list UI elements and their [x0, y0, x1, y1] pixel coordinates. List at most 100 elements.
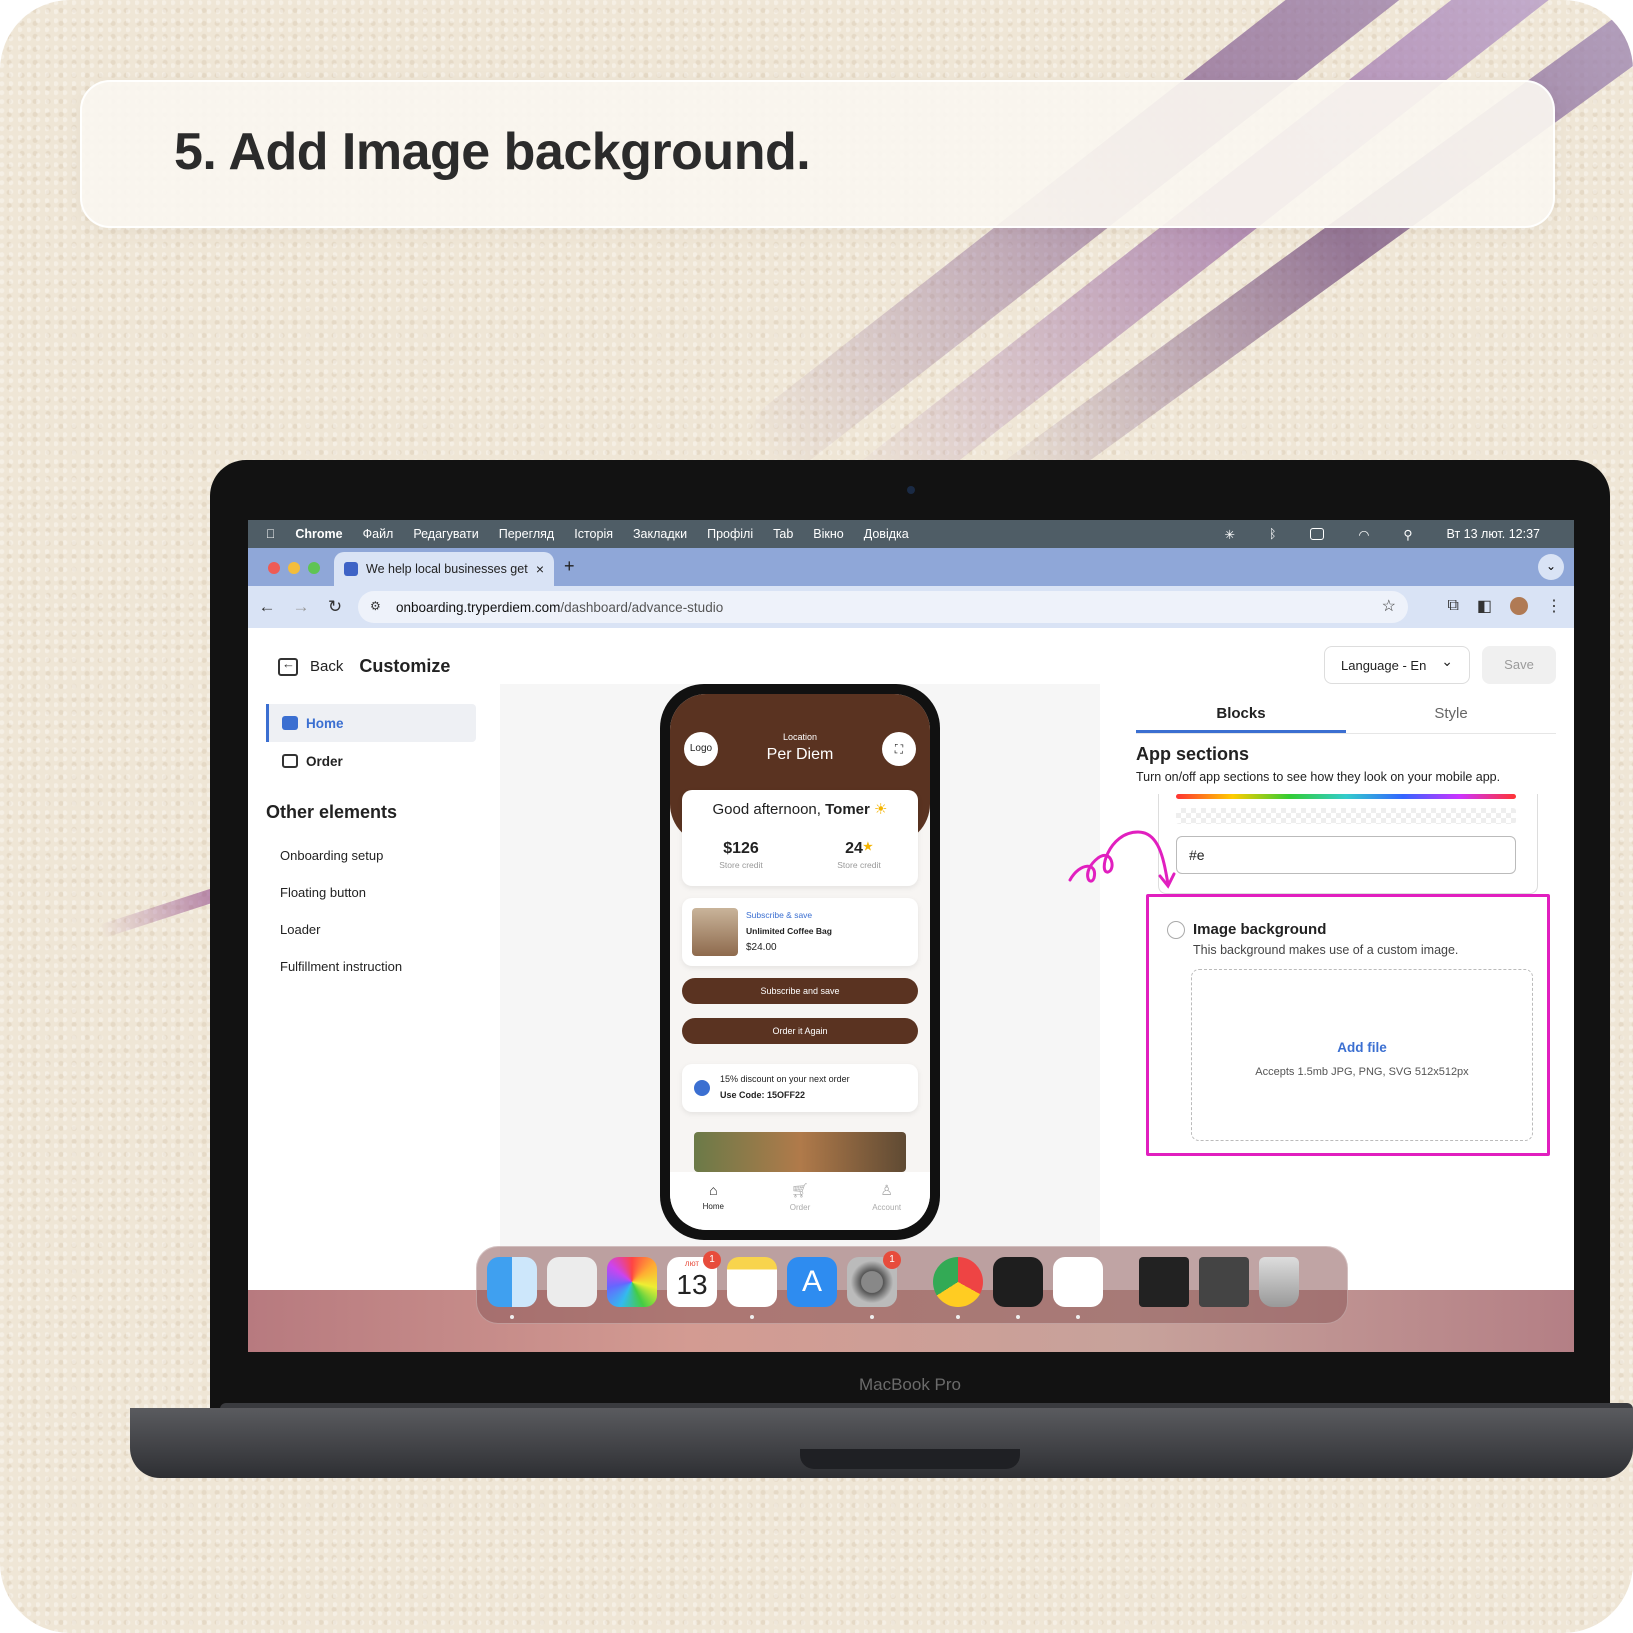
chrome-tabstrip: We help local businesses get × + ⌄	[248, 548, 1574, 586]
hue-slider[interactable]	[1176, 794, 1516, 799]
nav-order[interactable]: 🛒︎ Order	[757, 1172, 844, 1230]
back-icon[interactable]	[278, 656, 298, 676]
subscribe-button[interactable]: Subscribe and save	[682, 978, 918, 1004]
zoom-window-button[interactable]	[308, 562, 320, 574]
tab-style[interactable]: Style	[1346, 694, 1556, 733]
menu-item-view[interactable]: Перегляд	[499, 527, 554, 541]
order-again-button[interactable]: Order it Again	[682, 1018, 918, 1044]
nav-home[interactable]: ⌂ Home	[670, 1172, 757, 1230]
coffee-bag-image	[692, 908, 738, 956]
keyboard-window-icon[interactable]	[1199, 1257, 1249, 1307]
nav-account[interactable]: ♙ Account	[843, 1172, 930, 1230]
forward-arrow-icon[interactable]: →	[286, 597, 316, 617]
greeting: Good afternoon, Tomer ☀	[712, 801, 888, 818]
menu-item-bookmarks[interactable]: Закладки	[633, 527, 687, 541]
product-name: Unlimited Coffee Bag	[746, 926, 832, 936]
apple-icon[interactable]: 	[266, 527, 275, 541]
menu-item-chrome[interactable]: Chrome	[295, 527, 342, 541]
phone-preview-area: Logo Location Per Diem ⛶ Good afternoon,…	[500, 684, 1100, 1290]
browser-tab[interactable]: We help local businesses get ×	[334, 552, 554, 586]
more-menu-icon[interactable]: ⋮	[1546, 596, 1562, 616]
profile-avatar[interactable]	[1510, 597, 1528, 615]
menu-item-file[interactable]: Файл	[363, 527, 394, 541]
menu-item-history[interactable]: Історія	[574, 527, 613, 541]
bluetooth-icon[interactable]: ᛒ	[1269, 527, 1277, 541]
tab-search-chevron-icon[interactable]: ⌄	[1538, 554, 1564, 580]
slack-icon[interactable]	[1053, 1257, 1103, 1319]
system-settings-icon[interactable]: 1	[847, 1251, 901, 1319]
phone-mockup: Logo Location Per Diem ⛶ Good afternoon,…	[660, 684, 940, 1240]
calendar-icon[interactable]: лют 13 1	[667, 1251, 721, 1307]
user-icon: ♙	[880, 1182, 893, 1198]
bookmark-star-icon[interactable]: ☆	[1382, 596, 1396, 616]
settings-badge: 1	[883, 1251, 901, 1269]
calendar-badge: 1	[703, 1251, 721, 1269]
menu-item-profiles[interactable]: Профілі	[707, 527, 753, 541]
launchpad-icon[interactable]	[547, 1257, 597, 1307]
address-bar[interactable]: ⚙ onboarding.tryperdiem.com/dashboard/ad…	[358, 591, 1408, 623]
image-background-radio[interactable]	[1167, 921, 1185, 939]
image-background-option[interactable]: Image background This background makes u…	[1146, 894, 1550, 1156]
wifi-icon[interactable]: ◠	[1358, 527, 1369, 542]
menu-item-window[interactable]: Вікно	[813, 527, 843, 541]
menu-item-edit[interactable]: Редагувати	[413, 527, 478, 541]
side-panel-icon[interactable]: ◧	[1477, 596, 1492, 616]
sidebar-item-onboarding[interactable]: Onboarding setup	[266, 837, 476, 874]
cart-icon	[282, 754, 298, 768]
slide-title: 5. Add Image background.	[174, 123, 811, 181]
sidebar-item-loader[interactable]: Loader	[266, 911, 476, 948]
sidebar-item-fulfillment[interactable]: Fulfillment instruction	[266, 948, 476, 985]
points-value: 24	[845, 840, 863, 857]
add-file-button[interactable]: Add file	[1192, 1040, 1532, 1055]
app-store-icon[interactable]: A	[787, 1257, 837, 1307]
save-button[interactable]: Save	[1482, 646, 1556, 684]
points-stat: 24★ Store credit	[800, 840, 918, 870]
accepted-files-note: Accepts 1.5mb JPG, PNG, SVG 512x512px	[1255, 1066, 1469, 1078]
reload-icon[interactable]: ↻	[320, 597, 350, 617]
menu-item-help[interactable]: Довідка	[864, 527, 909, 541]
finder-icon[interactable]	[487, 1257, 537, 1319]
chrome-icon[interactable]	[933, 1257, 983, 1319]
header-back: Back Customize	[278, 656, 450, 677]
subscription-card[interactable]: Subscribe & save Unlimited Coffee Bag $2…	[682, 898, 918, 966]
photos-icon[interactable]	[607, 1257, 657, 1307]
alpha-slider[interactable]	[1176, 808, 1516, 824]
screenshot-window-icon[interactable]	[1139, 1257, 1189, 1307]
figma-icon[interactable]	[993, 1257, 1043, 1319]
status-icon[interactable]: ✳	[1224, 527, 1234, 542]
sidebar: Home Order Other elements Onboarding set…	[266, 704, 476, 985]
tab-close-icon[interactable]: ×	[536, 561, 544, 577]
url-domain: onboarding.tryperdiem.com	[396, 599, 561, 615]
sun-icon: ☀	[874, 801, 888, 818]
menu-item-tab[interactable]: Tab	[773, 527, 793, 541]
close-window-button[interactable]	[268, 562, 280, 574]
back-arrow-icon[interactable]: ←	[252, 597, 282, 617]
file-dropzone[interactable]: Add file Accepts 1.5mb JPG, PNG, SVG 512…	[1191, 969, 1533, 1141]
cart-icon: 🛒︎	[791, 1182, 809, 1198]
decorative-stroke	[985, 0, 1633, 516]
notes-icon[interactable]	[727, 1257, 777, 1319]
tab-blocks[interactable]: Blocks	[1136, 694, 1346, 733]
trash-icon[interactable]	[1259, 1257, 1299, 1307]
new-tab-button[interactable]: +	[564, 556, 575, 577]
back-button[interactable]: Back	[310, 658, 343, 675]
product-price: $24.00	[746, 942, 777, 953]
credit-value: $126	[723, 840, 759, 857]
datetime[interactable]: Вт 13 лют. 12:37	[1447, 527, 1540, 541]
sidebar-item-label: Order	[306, 753, 343, 769]
extensions-icon[interactable]: ⧉	[1447, 597, 1458, 615]
hex-color-input[interactable]: #e	[1176, 836, 1516, 874]
credit-label: Store credit	[719, 860, 763, 870]
search-icon[interactable]: ⚲	[1403, 527, 1412, 542]
window-controls	[268, 562, 320, 574]
language-select[interactable]: Language - En	[1324, 646, 1470, 684]
url-path: /dashboard/advance-studio	[560, 599, 724, 615]
sidebar-item-order[interactable]: Order	[266, 742, 476, 780]
expand-icon[interactable]: ⛶	[882, 732, 916, 766]
minimize-window-button[interactable]	[288, 562, 300, 574]
site-settings-icon[interactable]: ⚙	[370, 599, 381, 613]
sidebar-item-home[interactable]: Home	[266, 704, 476, 742]
sidebar-item-floating-button[interactable]: Floating button	[266, 874, 476, 911]
battery-icon[interactable]	[1310, 528, 1325, 540]
screen:  Chrome Файл Редагувати Перегляд Історі…	[248, 520, 1574, 1352]
